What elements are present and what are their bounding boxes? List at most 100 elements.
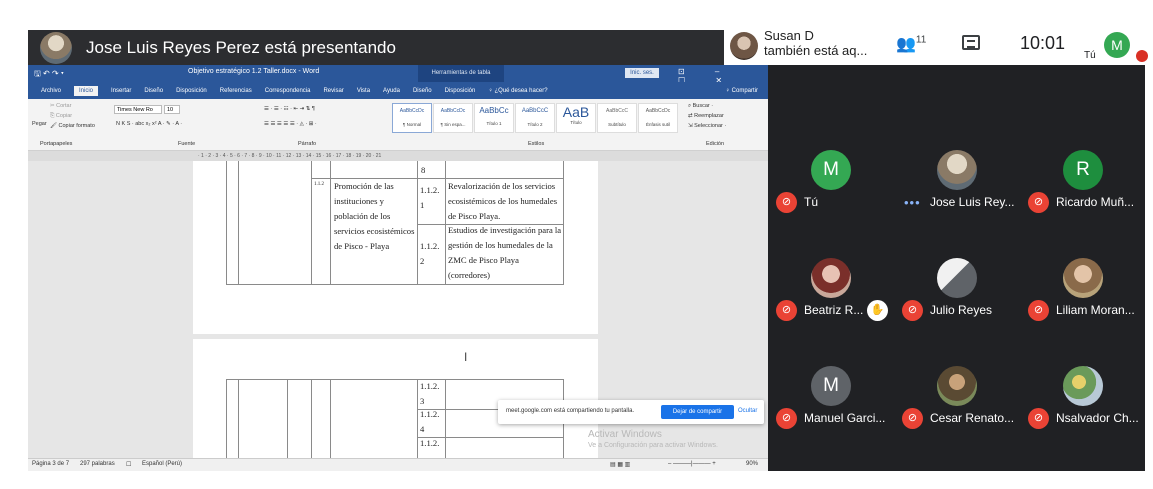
tab-ayuda[interactable]: Ayuda <box>383 88 400 94</box>
text-cursor-icon: I <box>464 350 468 364</box>
participant-name: Cesar Renato... <box>930 411 1015 425</box>
mic-off-icon: ⊘ <box>1028 408 1049 429</box>
participant-name: Jose Luis Rey... <box>930 195 1015 209</box>
table-cell-code: 1.1.2. 1 <box>420 185 440 210</box>
quick-access-toolbar[interactable]: 🖫 ↶ ↷ ▾ <box>34 68 64 82</box>
join-notification: Susan D también está aq... <box>764 28 868 58</box>
ruler[interactable]: · 1 · 2 · 3 · 4 · 5 · 6 · 7 · 8 · 9 · 10… <box>28 151 768 161</box>
participant-tile[interactable]: M ⊘ Tú <box>768 112 893 220</box>
presenter-avatar <box>40 31 72 64</box>
stop-sharing-button[interactable]: Dejar de compartir <box>661 405 734 419</box>
table-cell-code: 1.1.2. 4 <box>420 409 440 434</box>
participant-tile[interactable]: ⊘ Julio Reyes <box>894 220 1019 328</box>
cut-button[interactable]: ✂ Cortar <box>50 103 71 109</box>
table-cell-code: 1.1.2. 3 <box>420 381 440 406</box>
participant-avatar: R <box>1063 150 1103 190</box>
participant-avatar: M <box>811 150 851 190</box>
participant-tile[interactable]: ••• Jose Luis Rey... <box>894 112 1019 220</box>
word-count[interactable]: 297 palabras <box>80 461 115 467</box>
participant-avatar <box>937 366 977 406</box>
participant-name: Julio Reyes <box>930 303 993 317</box>
participant-avatar: M <box>811 366 851 406</box>
more-dots-icon: ••• <box>904 195 921 210</box>
tab-revisar[interactable]: Revisar <box>323 88 343 94</box>
activate-windows-watermark: Activar Windows Ve a Configuración para … <box>588 429 718 449</box>
participant-avatar <box>1063 258 1103 298</box>
style-heading1[interactable]: AaBbCc Título 1 <box>474 103 514 133</box>
copy-button[interactable]: ⎘ Copiar <box>50 113 72 120</box>
view-buttons[interactable]: ▤ ▦ ▥ <box>610 461 630 468</box>
word-status-bar: Página 3 de 7 297 palabras ☐ Español (Pe… <box>28 458 768 471</box>
share-banner-message: meet.google.com está compartiendo tu pan… <box>506 408 635 414</box>
select-button[interactable]: ⇲ Seleccionar · <box>688 123 726 129</box>
format-painter-button[interactable]: 🖌 Copiar formato <box>50 123 95 129</box>
meeting-clock: 10:01 <box>1020 33 1066 53</box>
participant-tile[interactable]: ⊘ Beatriz R... ✋ <box>768 220 893 328</box>
tab-inicio[interactable]: Inicio <box>74 85 99 96</box>
presenter-label: Jose Luis Reyes Perez está presentando <box>86 37 396 57</box>
language[interactable]: Español (Perú) <box>142 461 182 467</box>
tab-table-diseno[interactable]: Diseño <box>413 88 432 94</box>
table-cell-code: 1.1.2. <box>420 438 440 448</box>
font-family-select[interactable]: Times New Ro <box>114 105 162 114</box>
mic-off-icon: ⊘ <box>902 300 923 321</box>
tab-referencias[interactable]: Referencias <box>220 88 252 94</box>
page-count[interactable]: Página 3 de 7 <box>32 461 69 467</box>
tab-correspondencia[interactable]: Correspondencia <box>265 88 311 94</box>
style-subtle-emphasis[interactable]: AaBbCcDc Énfasis sutil <box>638 103 678 133</box>
proofing-icon[interactable]: ☐ <box>126 461 131 468</box>
hide-banner-button[interactable]: Ocultar <box>738 408 757 414</box>
table-cell-task: Revalorización de los servicios ecosisté… <box>448 181 558 221</box>
table-cell-index: 1.1.2 <box>314 182 324 187</box>
people-button[interactable]: 👥11 <box>896 34 926 54</box>
tab-archivo[interactable]: Archivo <box>41 88 61 94</box>
document-page[interactable]: 8 1.1.2 Promoción de las instituciones y… <box>193 161 598 334</box>
style-subtitle[interactable]: AaBbCcC Subtítulo <box>597 103 637 133</box>
mic-off-icon: ⊘ <box>902 408 923 429</box>
paragraph-buttons-row1[interactable]: ☰ · ☰ · ☷ · ⇤ ⇥ ⇅ ¶ <box>264 106 315 112</box>
group-clipboard: Portapapeles <box>40 141 73 147</box>
mic-off-icon: ⊘ <box>776 408 797 429</box>
paragraph-buttons-row2[interactable]: ☰ ☰ ☰ ☰ ☰ · ◬ · ⊞ · <box>264 121 317 127</box>
table-cell-task: Estudios de investigación para la gestió… <box>448 225 562 280</box>
self-label: Tú <box>1084 50 1096 61</box>
mic-off-icon: ⊘ <box>776 300 797 321</box>
signin-button[interactable]: Inic. ses. <box>625 68 659 78</box>
participant-tile[interactable]: ⊘ Cesar Renato... <box>894 328 1019 436</box>
paste-button[interactable]: Pegar <box>32 121 47 127</box>
style-no-spacing[interactable]: AaBbCcDc ¶ Sin espa... <box>433 103 473 133</box>
participant-name: Tú <box>804 195 819 209</box>
mic-off-icon: ⊘ <box>1028 192 1049 213</box>
zoom-slider[interactable]: – ———|——— + <box>668 461 716 467</box>
tab-vista[interactable]: Vista <box>357 88 370 94</box>
participant-tile[interactable]: R ⊘ Ricardo Muñ... <box>1020 112 1145 220</box>
self-avatar[interactable]: M <box>1104 32 1130 58</box>
style-title[interactable]: AaB Título <box>556 103 596 133</box>
zoom-level[interactable]: 90% <box>746 461 758 467</box>
tab-insertar[interactable]: Insertar <box>111 88 131 94</box>
participant-name: Beatriz R... <box>804 303 864 317</box>
participant-avatar <box>937 258 977 298</box>
replace-button[interactable]: ⇄ Reemplazar <box>688 113 724 119</box>
participant-avatar <box>937 150 977 190</box>
find-button[interactable]: ⌕ Buscar · <box>688 103 713 110</box>
participants-grid: M ⊘ Tú ••• Jose Luis Rey... R ⊘ Ricardo … <box>768 112 1145 436</box>
context-tab-label: Herramientas de tabla <box>418 65 504 82</box>
style-heading2[interactable]: AaBbCcC Título 2 <box>515 103 555 133</box>
participant-tile[interactable]: ⊘ Nsalvador Ch... <box>1020 328 1145 436</box>
participant-tile[interactable]: ⊘ Liliam Moran... <box>1020 220 1145 328</box>
share-button[interactable]: ♀ Compartir <box>725 88 758 94</box>
table-cell-code: 1.1.2. 2 <box>420 241 440 266</box>
tell-me-search[interactable]: ♀ ¿Qué desea hacer? <box>488 88 547 94</box>
chat-icon[interactable] <box>962 35 980 50</box>
font-format-buttons[interactable]: N K S · abc x₂ x² A · ✎ · A · <box>116 121 182 127</box>
meet-window: Jose Luis Reyes Perez está presentando S… <box>0 0 1153 489</box>
tab-disposicion[interactable]: Disposición <box>176 88 207 94</box>
meet-top-controls: Susan D también está aq... 👥11 10:01 Tú … <box>724 18 1153 65</box>
participant-tile[interactable]: M ⊘ Manuel Garci... <box>768 328 893 436</box>
font-size-select[interactable]: 10 <box>164 105 180 114</box>
tab-table-disposicion[interactable]: Disposición <box>445 88 476 94</box>
style-normal[interactable]: AaBbCcDc ¶ Normal <box>392 103 432 133</box>
ribbon-home: Pegar ✂ Cortar ⎘ Copiar 🖌 Copiar formato… <box>28 99 768 151</box>
tab-diseno[interactable]: Diseño <box>144 88 163 94</box>
